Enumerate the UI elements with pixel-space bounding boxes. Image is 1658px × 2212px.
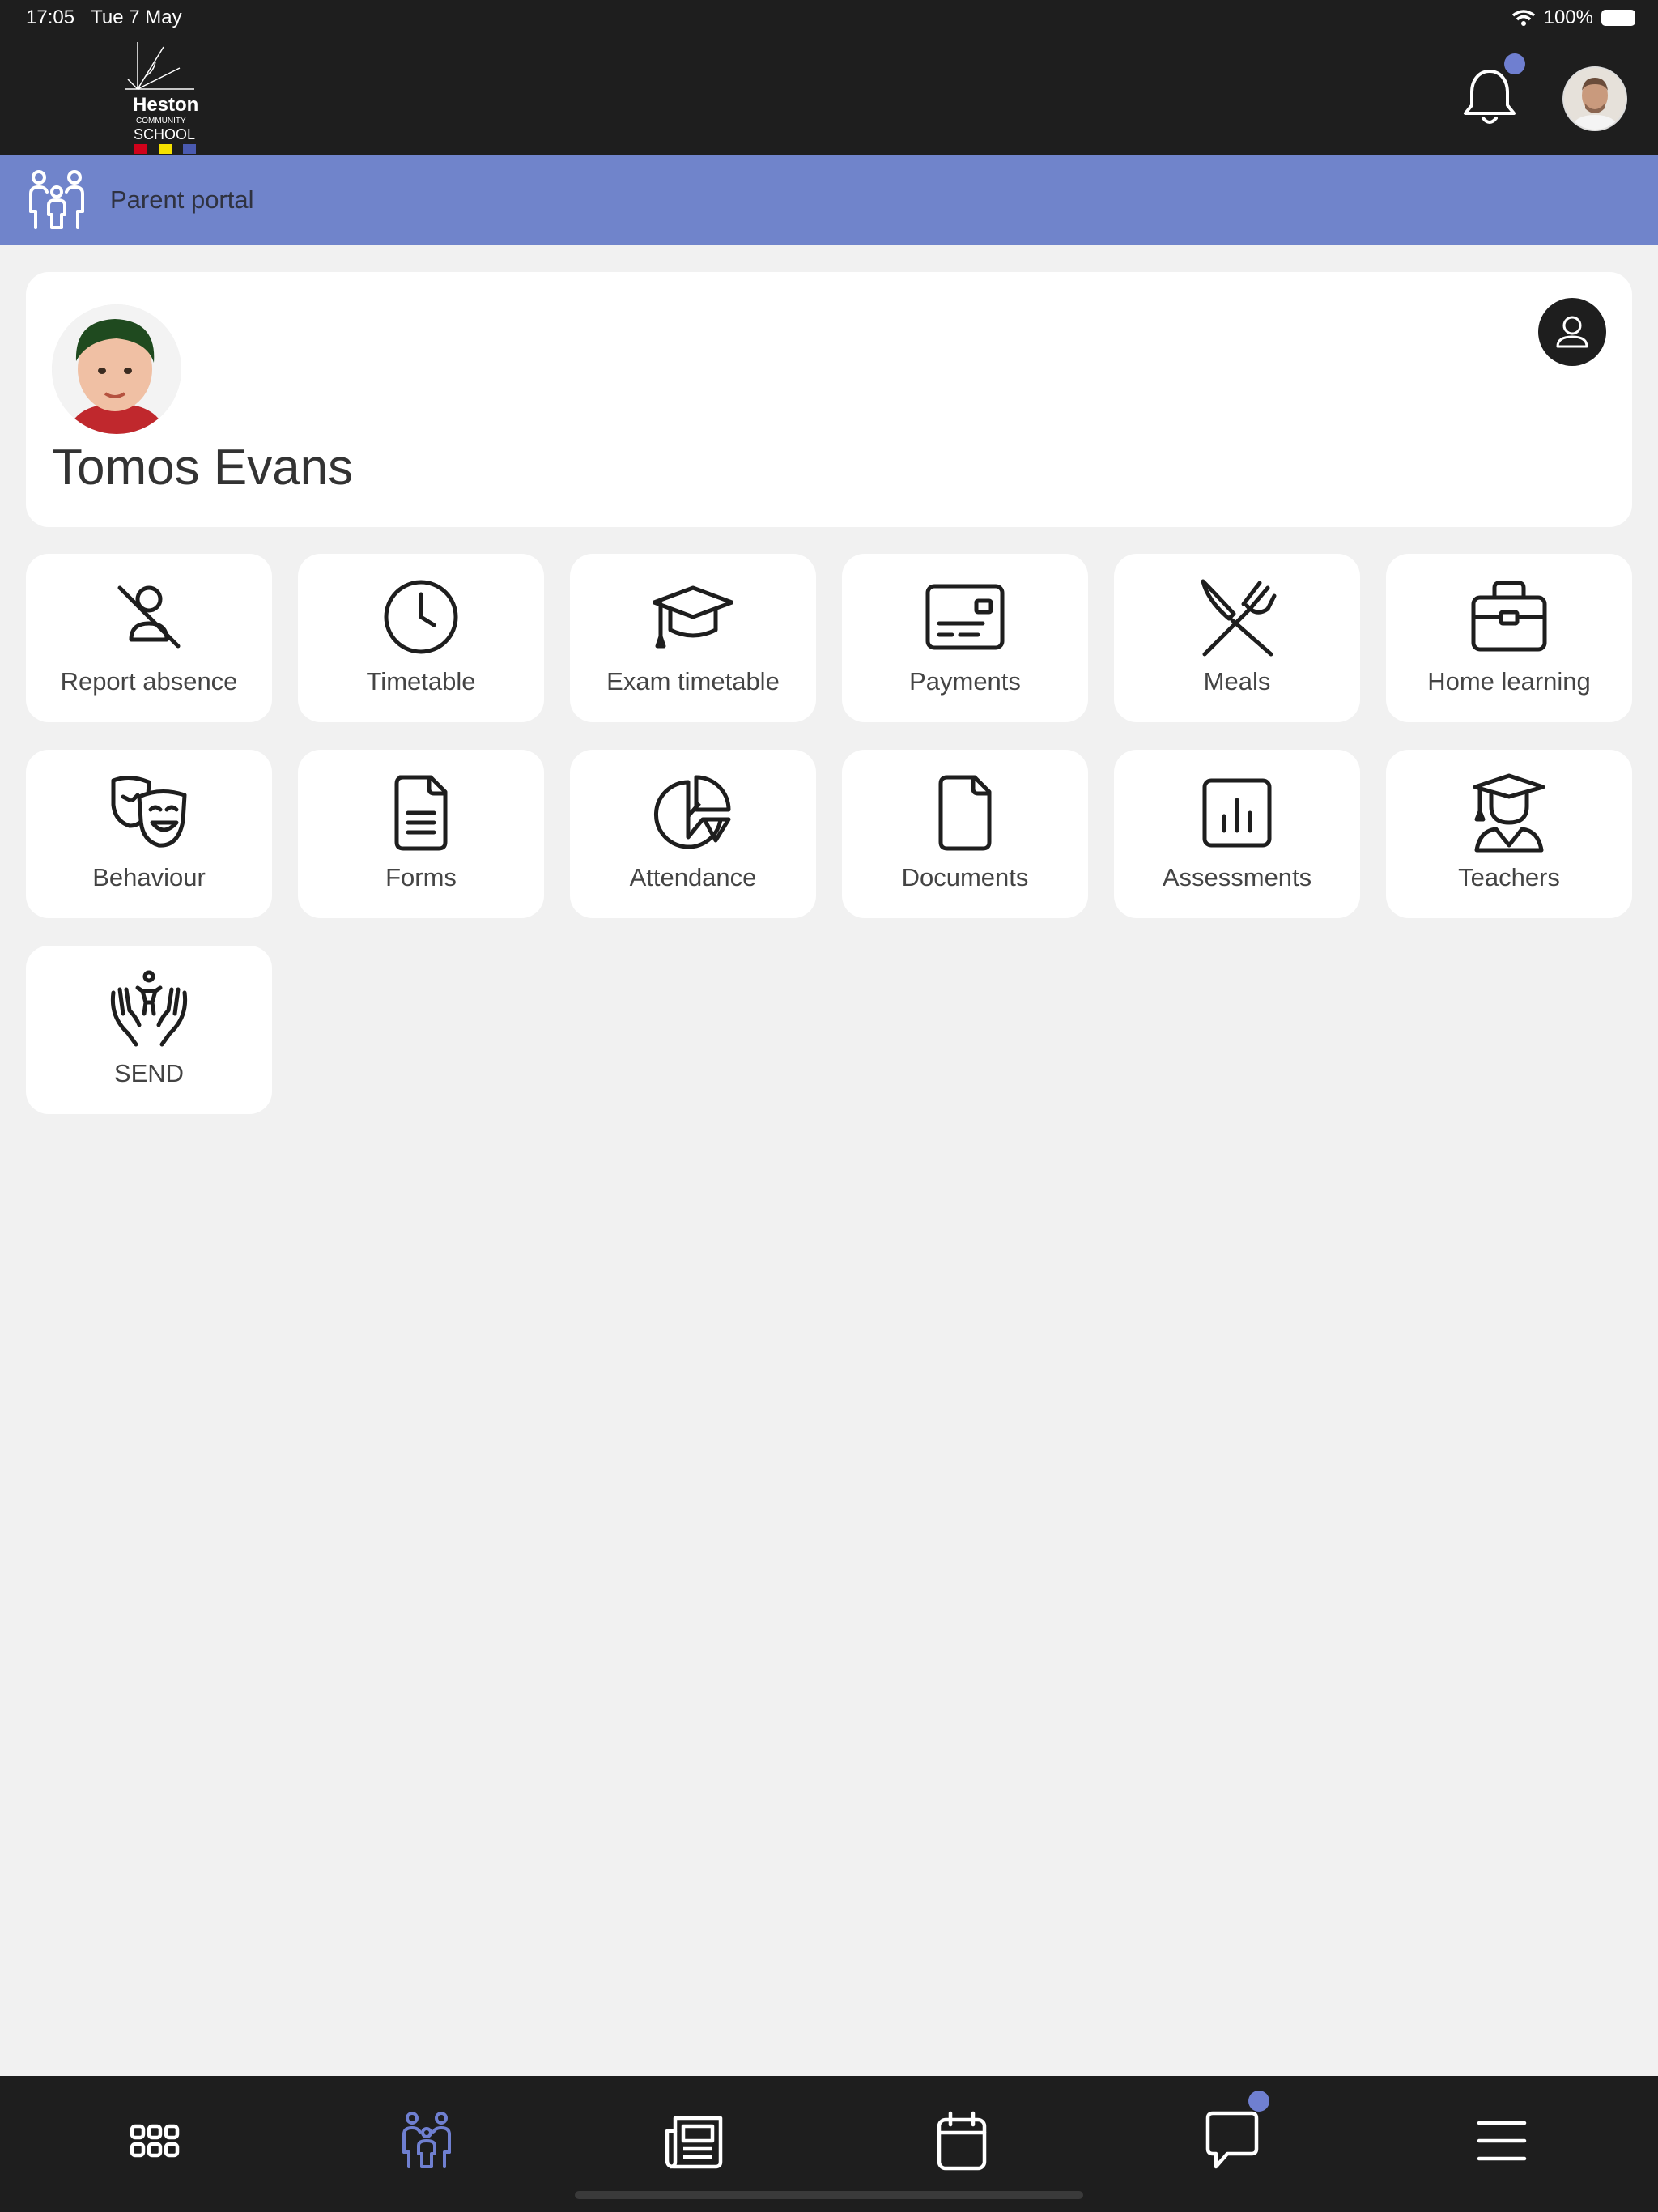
tile-label: Payments bbox=[909, 667, 1021, 696]
tile-label: Behaviour bbox=[92, 863, 206, 891]
status-indicators: 100% bbox=[1511, 6, 1635, 29]
card-icon bbox=[925, 584, 1005, 650]
person-icon bbox=[1556, 316, 1588, 348]
tile-label: Attendance bbox=[629, 863, 757, 891]
status-time: 17:05 Tue 7 May bbox=[26, 6, 182, 28]
wifi-icon bbox=[1511, 10, 1535, 26]
notifications-bell-icon[interactable] bbox=[1457, 65, 1522, 130]
tile-label: Timetable bbox=[366, 667, 476, 696]
tile-label: Documents bbox=[901, 863, 1029, 891]
portal-banner: Parent portal bbox=[0, 155, 1658, 245]
form-document-icon bbox=[394, 775, 448, 851]
tile-assessments[interactable]: Assessments bbox=[1114, 750, 1360, 918]
tile-forms[interactable]: Forms bbox=[298, 750, 544, 918]
pie-chart-icon bbox=[653, 775, 731, 849]
nav-news[interactable] bbox=[654, 2100, 735, 2181]
logo-color-blocks bbox=[134, 144, 207, 154]
tile-timetable[interactable]: Timetable bbox=[298, 554, 544, 722]
nav-apps[interactable] bbox=[114, 2100, 195, 2181]
nav-parent-portal[interactable] bbox=[386, 2100, 467, 2181]
tile-documents[interactable]: Documents bbox=[842, 750, 1088, 918]
portal-title: Parent portal bbox=[110, 185, 254, 214]
tile-label: Forms bbox=[385, 863, 457, 891]
calendar-icon bbox=[937, 2111, 987, 2171]
logo-emblem-icon bbox=[125, 42, 194, 90]
nav-menu[interactable] bbox=[1461, 2100, 1542, 2181]
tile-label: SEND bbox=[113, 1059, 185, 1087]
messages-badge bbox=[1248, 2091, 1269, 2112]
tile-label: Meals bbox=[1203, 667, 1271, 696]
home-indicator[interactable] bbox=[575, 2191, 1083, 2199]
student-profile-button[interactable] bbox=[1538, 298, 1606, 366]
teacher-icon bbox=[1473, 773, 1545, 853]
tile-label: Exam timetable bbox=[606, 667, 780, 696]
person-off-icon bbox=[117, 585, 181, 649]
app-header: 17:05 Tue 7 May 100% Heston COMMUNITY SC… bbox=[0, 0, 1658, 155]
theatre-masks-icon bbox=[111, 776, 187, 848]
logo-name: Heston bbox=[133, 94, 199, 116]
document-icon bbox=[938, 775, 992, 851]
care-hands-icon bbox=[110, 970, 188, 1047]
bar-chart-icon bbox=[1202, 778, 1272, 848]
school-logo: Heston COMMUNITY SCHOOL bbox=[121, 39, 210, 154]
tile-send[interactable]: SEND bbox=[26, 946, 272, 1114]
tile-label: Report absence bbox=[60, 667, 238, 696]
tile-home-learning[interactable]: Home learning bbox=[1386, 554, 1632, 722]
family-icon bbox=[29, 170, 84, 229]
tile-behaviour[interactable]: Behaviour bbox=[26, 750, 272, 918]
apps-grid-icon bbox=[130, 2124, 180, 2158]
student-photo bbox=[52, 304, 181, 434]
notification-badge bbox=[1504, 53, 1525, 74]
tile-report-absence[interactable]: Report absence bbox=[26, 554, 272, 722]
tile-label: Teachers bbox=[1458, 863, 1560, 891]
battery-percent: 100% bbox=[1543, 6, 1593, 28]
tile-exam-timetable[interactable]: Exam timetable bbox=[570, 554, 816, 722]
logo-school: SCHOOL bbox=[134, 126, 196, 143]
tile-meals[interactable]: Meals bbox=[1114, 554, 1360, 722]
cutlery-icon bbox=[1201, 579, 1277, 657]
menu-icon bbox=[1477, 2121, 1527, 2161]
tile-teachers[interactable]: Teachers bbox=[1386, 750, 1632, 918]
news-icon bbox=[665, 2116, 723, 2169]
tile-payments[interactable]: Payments bbox=[842, 554, 1088, 722]
tile-attendance[interactable]: Attendance bbox=[570, 750, 816, 918]
clock-icon bbox=[384, 580, 458, 654]
battery-icon bbox=[1601, 10, 1635, 26]
nav-calendar[interactable] bbox=[921, 2100, 1002, 2181]
graduation-cap-icon bbox=[653, 585, 733, 649]
chat-icon bbox=[1205, 2111, 1259, 2169]
tile-label: Assessments bbox=[1162, 863, 1312, 891]
user-avatar[interactable] bbox=[1562, 66, 1627, 131]
student-card[interactable]: Tomos Evans bbox=[26, 272, 1632, 527]
tile-label: Home learning bbox=[1427, 667, 1591, 696]
briefcase-icon bbox=[1471, 581, 1547, 652]
logo-subtitle: COMMUNITY bbox=[136, 117, 186, 125]
nav-messages[interactable] bbox=[1192, 2100, 1273, 2181]
family-icon bbox=[402, 2112, 451, 2168]
user-photo bbox=[1564, 68, 1626, 130]
student-name: Tomos Evans bbox=[52, 440, 354, 496]
